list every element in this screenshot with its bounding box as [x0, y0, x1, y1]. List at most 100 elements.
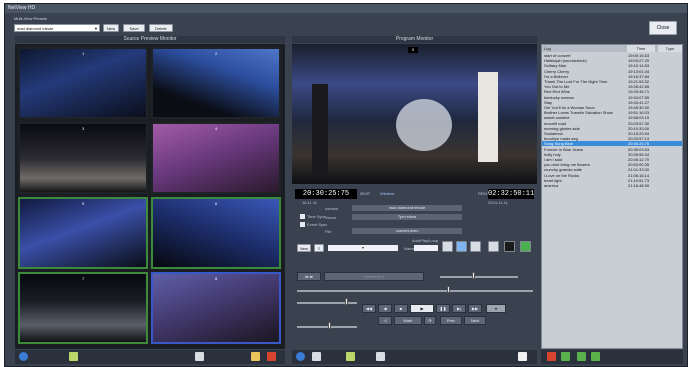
layout-icon[interactable]: [195, 352, 204, 361]
level-knob[interactable]: [328, 322, 331, 329]
step-forward-button[interactable]: ▶|: [452, 304, 466, 313]
info-icon[interactable]: [19, 352, 28, 361]
rewind-fast-button[interactable]: ◀◀: [362, 304, 376, 313]
speed-knob[interactable]: [345, 298, 348, 305]
info-date-right: 2014-11-11: [488, 200, 508, 205]
preview-tile-1[interactable]: 1: [18, 47, 148, 119]
forward-button[interactable]: ▶▶: [468, 304, 482, 313]
preview-tile-5[interactable]: 5: [18, 197, 148, 269]
record-icon[interactable]: [488, 241, 499, 252]
event-sync-checkbox[interactable]: [300, 222, 305, 227]
play-button[interactable]: ▶: [410, 304, 434, 313]
time-sync-checkbox[interactable]: [300, 214, 305, 219]
timeline-knob[interactable]: [447, 286, 450, 293]
remaining-label: REM: [478, 191, 487, 196]
tile-number: 7: [82, 276, 85, 281]
loop-icon[interactable]: ⟳: [424, 316, 436, 325]
preview-tile-7[interactable]: 7: [18, 272, 148, 344]
next-button[interactable]: Next: [464, 316, 486, 325]
level-slider[interactable]: [297, 326, 357, 328]
new-preset-button[interactable]: New: [103, 24, 119, 32]
stop-button[interactable]: ■: [394, 304, 408, 313]
tile-number: 1: [82, 51, 85, 56]
file-label: File: [325, 229, 332, 234]
log-row-time: 21:16:48.59: [628, 183, 650, 188]
timeline-slider[interactable]: [297, 290, 533, 292]
remaining-time: 02:32:50:11: [488, 189, 535, 199]
time-sync-label: Time Sync: [307, 214, 326, 219]
export-icon[interactable]: [346, 352, 355, 361]
window-label: Window: [380, 191, 395, 196]
share-icon[interactable]: [520, 241, 531, 252]
grid-icon[interactable]: [470, 241, 481, 252]
mark-button[interactable]: Mark: [394, 316, 422, 325]
log-panel: Log Time Type start of concert 19:00:15.6…: [541, 44, 683, 349]
delete-preset-button[interactable]: Delete: [149, 24, 173, 32]
drum: [396, 99, 452, 151]
marker-buttons[interactable]: ▫ ▫ ▫ ▫ ▫ ▫ ▫ ▫: [324, 272, 424, 281]
preset-value: mad diamond tribute: [17, 26, 54, 31]
prev-button[interactable]: Prev: [440, 316, 462, 325]
delete-icon[interactable]: [267, 352, 276, 361]
tile-number: 8: [215, 276, 218, 281]
export-icon[interactable]: [69, 352, 78, 361]
settings-icon[interactable]: [312, 352, 321, 361]
edit-log-icon[interactable]: [577, 352, 586, 361]
tile-number: 6: [215, 201, 218, 206]
download-log-icon[interactable]: [591, 352, 600, 361]
preview-tile-2[interactable]: 2: [151, 47, 281, 119]
pause-button[interactable]: ❚❚: [436, 304, 450, 313]
delete-log-icon[interactable]: [547, 352, 556, 361]
program-bottom-bar: [292, 350, 537, 364]
multiview-icon[interactable]: [456, 241, 467, 252]
frame-rate: 29.97: [360, 191, 371, 196]
venue-field[interactable]: 7pm show: [352, 214, 462, 220]
folder-icon[interactable]: [251, 352, 260, 361]
add-log-icon[interactable]: [561, 352, 570, 361]
volume-knob[interactable]: [472, 272, 475, 279]
log-col-time[interactable]: Time: [627, 45, 655, 52]
info-icon[interactable]: [296, 352, 305, 361]
gear-icon[interactable]: [518, 352, 527, 361]
log-row-name: america: [544, 183, 559, 188]
clip-select[interactable]: ▾: [328, 245, 398, 251]
log-bottom-bar: [541, 350, 683, 364]
loop-buttons[interactable]: ⇆ ⇄: [297, 272, 321, 281]
preview-tile-8[interactable]: 8: [151, 272, 281, 344]
preview-tile-6[interactable]: 6: [151, 197, 281, 269]
info-date-left: 16.11.11: [302, 200, 317, 205]
program-badge: 9: [408, 47, 418, 53]
camera-icon[interactable]: [442, 241, 453, 252]
save-preset-button[interactable]: Save: [123, 24, 145, 32]
prev-mark-button[interactable]: ◁: [378, 316, 392, 325]
name-field[interactable]: [414, 245, 438, 251]
speed-slider[interactable]: [297, 302, 357, 304]
venue-label: Venue: [325, 215, 337, 220]
log-row[interactable]: america 21:16:48.59: [542, 183, 682, 188]
speed-select[interactable]: ▾: [486, 304, 506, 313]
file-field[interactable]: concert.wmv: [352, 228, 462, 234]
program-video: 9: [292, 44, 537, 184]
guitarist: [312, 84, 328, 174]
log-header: Log Time Type: [542, 45, 682, 52]
preview-tile-3[interactable]: 3: [18, 122, 148, 194]
program-monitor-title: Program Monitor: [292, 36, 537, 43]
new-clip-button[interactable]: New: [297, 244, 311, 252]
rewind-button[interactable]: ◀: [378, 304, 392, 313]
program-controls: 20:30:25:75 29.97 Window REM 02:32:50:11…: [292, 186, 537, 346]
close-button[interactable]: Close: [649, 21, 677, 35]
source-preview-title: Source Preview Monitor: [15, 36, 285, 43]
list-icon[interactable]: ≡: [314, 244, 324, 252]
preview-tile-4[interactable]: 4: [151, 122, 281, 194]
audio-icon[interactable]: [504, 241, 515, 252]
event-field[interactable]: mad diamond tribute: [352, 205, 462, 211]
current-time: 20:30:25:75: [295, 189, 357, 199]
tile-number: 2: [215, 51, 218, 56]
document-icon[interactable]: [376, 352, 385, 361]
preset-select[interactable]: mad diamond tribute ▼: [14, 24, 100, 32]
singer: [478, 72, 498, 162]
volume-slider[interactable]: [440, 276, 518, 278]
source-preview-grid: 1 2 3 4 5 6 7 8: [15, 44, 285, 349]
tile-number: 3: [82, 126, 85, 131]
log-col-type[interactable]: Type: [658, 45, 682, 52]
